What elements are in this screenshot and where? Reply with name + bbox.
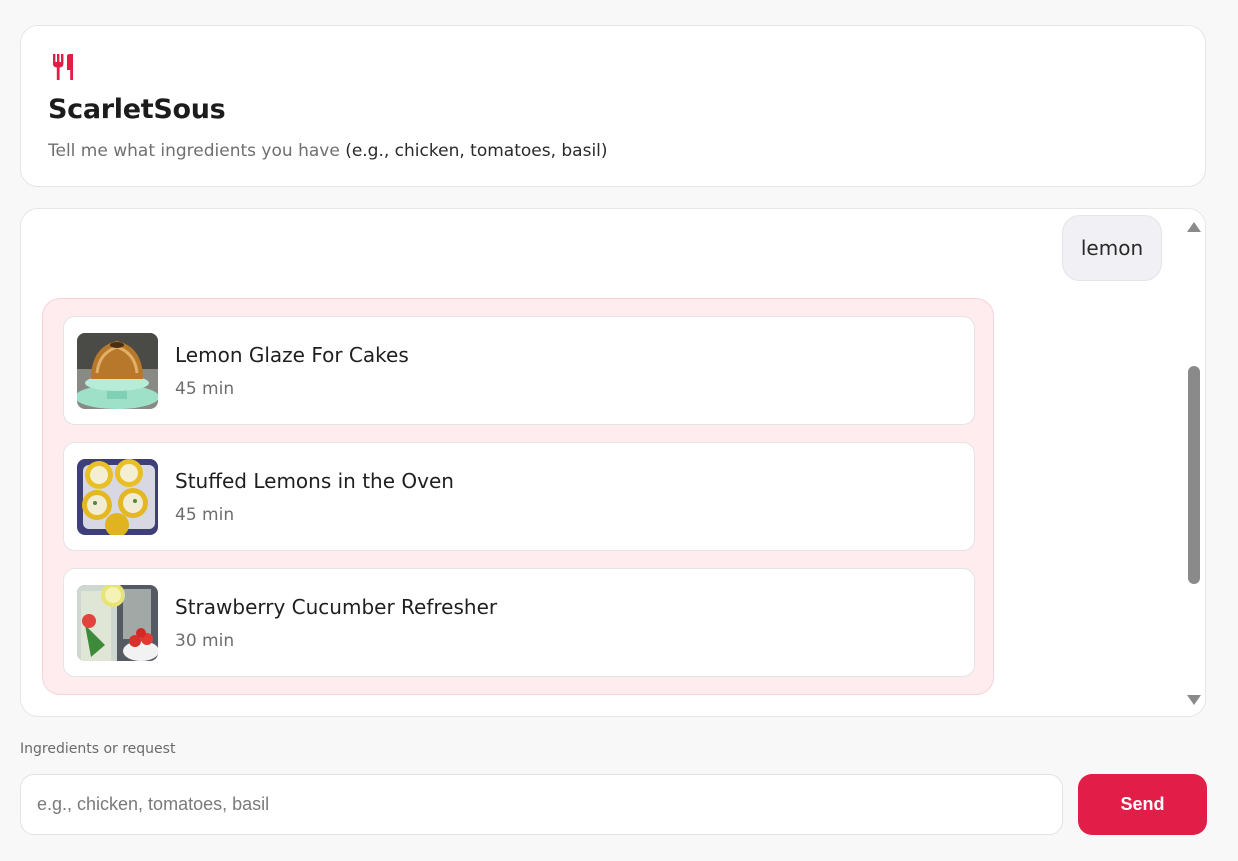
utensils-icon: [53, 54, 73, 80]
stuffed-lemons-thumbnail: [77, 459, 158, 535]
app-title: ScarletSous: [48, 94, 226, 125]
strawberry-refresher-thumbnail: [77, 585, 158, 661]
recipe-thumbnail: [77, 585, 158, 661]
recipe-results: Lemon Glaze For Cakes 45 min Stuffed Lem…: [42, 298, 994, 695]
recipe-title: Strawberry Cucumber Refresher: [175, 595, 498, 619]
app-subtitle: Tell me what ingredients you have (e.g.,…: [48, 141, 608, 161]
send-button[interactable]: Send: [1078, 774, 1207, 835]
scroll-track[interactable]: [1183, 241, 1205, 686]
recipe-title: Stuffed Lemons in the Oven: [175, 469, 454, 493]
chat-panel[interactable]: lemon Lemon Glaze For Cakes 45 min Stuff…: [20, 208, 1206, 717]
ingredients-input[interactable]: [20, 774, 1063, 835]
recipe-time: 45 min: [175, 505, 235, 525]
scroll-down-arrow-icon[interactable]: [1187, 695, 1201, 705]
user-message-bubble: lemon: [1062, 215, 1162, 281]
recipe-card[interactable]: Stuffed Lemons in the Oven 45 min: [63, 442, 975, 551]
app-header-card: ScarletSous Tell me what ingredients you…: [20, 25, 1206, 187]
scroll-up-arrow-icon[interactable]: [1187, 222, 1201, 232]
recipe-title: Lemon Glaze For Cakes: [175, 343, 409, 367]
subtitle-text: Tell me what ingredients you have: [48, 141, 340, 161]
subtitle-example: (e.g., chicken, tomatoes, basil): [345, 141, 608, 161]
chat-scrollbar[interactable]: [1183, 209, 1205, 716]
input-label: Ingredients or request: [20, 741, 176, 757]
recipe-time: 30 min: [175, 631, 235, 651]
recipe-card[interactable]: Lemon Glaze For Cakes 45 min: [63, 316, 975, 425]
lemon-glaze-cake-thumbnail: [77, 333, 158, 409]
recipe-thumbnail: [77, 459, 158, 535]
recipe-thumbnail: [77, 333, 158, 409]
recipe-card[interactable]: Strawberry Cucumber Refresher 30 min: [63, 568, 975, 677]
recipe-time: 45 min: [175, 379, 235, 399]
scroll-thumb[interactable]: [1188, 366, 1200, 584]
